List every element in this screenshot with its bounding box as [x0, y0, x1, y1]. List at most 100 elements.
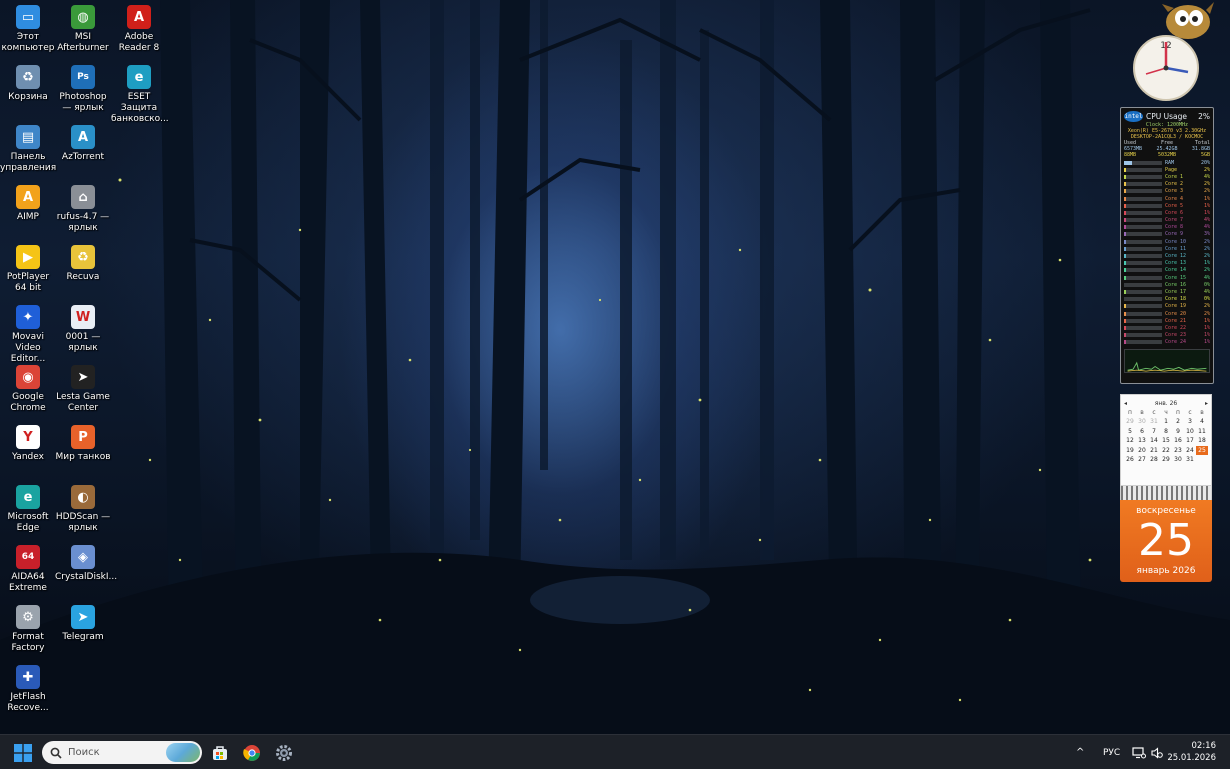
cpu-core-name: Core 7: [1165, 217, 1184, 224]
calendar-day[interactable]: 22: [1160, 446, 1172, 455]
desktop-shortcut[interactable]: ◉ Google Chrome: [0, 365, 56, 414]
chrome-icon: ◉: [16, 365, 40, 389]
calendar-day[interactable]: 10: [1184, 427, 1196, 436]
desktop-shortcut[interactable]: ◈ CrystalDiskI...: [55, 545, 117, 583]
calendar-day[interactable]: 9: [1172, 427, 1184, 436]
desktop-shortcut[interactable]: e Microsoft Edge: [0, 485, 56, 534]
cpu-core-bar: [1124, 325, 1162, 330]
calendar-day[interactable]: 13: [1136, 436, 1148, 445]
desktop-shortcut[interactable]: ➤ Lesta Game Center: [55, 365, 111, 414]
desktop-shortcut[interactable]: ✚ JetFlash Recove...: [0, 665, 56, 714]
desktop-shortcut[interactable]: ♻ Корзина: [0, 65, 56, 103]
cpu-core-bar: [1124, 189, 1162, 194]
calendar-day[interactable]: 3: [1184, 417, 1196, 426]
calendar-day[interactable]: 21: [1148, 446, 1160, 455]
start-button[interactable]: [10, 740, 36, 766]
cpu-core-value: 2%: [1203, 310, 1210, 317]
calendar-day[interactable]: 23: [1172, 446, 1184, 455]
desktop-shortcut[interactable]: W 0001 — ярлык: [55, 305, 111, 354]
language-indicator[interactable]: РУС: [1103, 735, 1120, 769]
calendar-day[interactable]: 31: [1148, 417, 1160, 426]
tray-clock[interactable]: 02:16 25.01.2026: [1167, 740, 1216, 764]
calendar-next-button[interactable]: ▸: [1205, 400, 1208, 407]
forest-wallpaper-art: [0, 0, 1230, 734]
desktop-shortcut[interactable]: e ESET Защита банковско...: [111, 65, 169, 125]
cpu-core-value: 1%: [1203, 209, 1210, 216]
desktop-shortcut[interactable]: ▶ PotPlayer 64 bit: [0, 245, 56, 294]
taskbar-settings-button[interactable]: [271, 740, 297, 766]
calendar-day[interactable]: 19: [1124, 446, 1136, 455]
cpu-core-name: Core 15: [1165, 274, 1187, 281]
calendar-day[interactable]: 15: [1160, 436, 1172, 445]
cpu-core-bar: [1124, 254, 1162, 259]
calendar-day-today[interactable]: 25: [1196, 445, 1208, 456]
cpu-core-bar: [1124, 225, 1162, 230]
desktop-shortcut[interactable]: ➤ Telegram: [55, 605, 111, 643]
desktop-shortcut[interactable]: ♻ Recuva: [55, 245, 111, 283]
calendar-day[interactable]: 20: [1136, 446, 1148, 455]
cpu-core-bar-fill: [1124, 261, 1126, 266]
taskbar-chrome-button[interactable]: [239, 740, 265, 766]
calendar-day[interactable]: 18: [1196, 436, 1208, 445]
cpu-usage-gadget[interactable]: intel CPU Usage 2% Clock: 1200MHz Xeon(R…: [1120, 107, 1214, 384]
calendar-day[interactable]: 29: [1124, 417, 1136, 426]
desktop-shortcut[interactable]: ✦ Movavi Video Editor...: [0, 305, 56, 365]
desktop-shortcut[interactable]: ▭ Этот компьютер: [0, 5, 56, 54]
cpu-core-row: Core 7 4%: [1124, 217, 1210, 224]
clock-gadget[interactable]: 12: [1128, 2, 1220, 102]
calendar-day[interactable]: 24: [1184, 446, 1196, 455]
calendar-day[interactable]: 7: [1148, 427, 1160, 436]
desktop-shortcut[interactable]: ⚙ Format Factory: [0, 605, 56, 654]
desktop-shortcut-label: AIDA64 Extreme: [9, 572, 47, 593]
calendar-day[interactable]: 28: [1148, 455, 1160, 464]
desktop-shortcut[interactable]: ▤ Панель управления: [0, 125, 56, 174]
tray-chevron-button[interactable]: ^: [1076, 735, 1084, 769]
cpu-core-bar-fill: [1124, 196, 1126, 201]
mem-page-free: 5032MB: [1157, 152, 1177, 158]
calendar-day[interactable]: 14: [1148, 436, 1160, 445]
desktop-shortcut[interactable]: ◐ HDDScan — ярлык: [55, 485, 111, 534]
desktop-shortcut[interactable]: 64 AIDA64 Extreme: [0, 545, 56, 594]
cpu-core-name: Core 14: [1165, 267, 1187, 274]
cpu-core-row: Core 2 2%: [1124, 181, 1210, 188]
calendar-prev-button[interactable]: ◂: [1124, 400, 1127, 407]
calendar-day[interactable]: 4: [1196, 417, 1208, 426]
taskbar-search-box[interactable]: Поиск: [42, 741, 202, 764]
taskbar-store-button[interactable]: [207, 740, 233, 766]
tray-volume-button[interactable]: [1151, 735, 1163, 769]
desktop-shortcut[interactable]: A AzTorrent: [55, 125, 111, 163]
format-factory-icon: ⚙: [16, 605, 40, 629]
desktop-shortcut[interactable]: A AIMP: [0, 185, 56, 223]
cpu-core-bar-fill: [1124, 289, 1126, 294]
calendar-day[interactable]: 31: [1184, 455, 1196, 464]
calendar-day[interactable]: 16: [1172, 436, 1184, 445]
calendar-day[interactable]: 2: [1172, 417, 1184, 426]
calendar-day[interactable]: 17: [1184, 436, 1196, 445]
calendar-day[interactable]: 1: [1160, 417, 1172, 426]
aztorrent-icon: A: [71, 125, 95, 149]
desktop-shortcut-label: rufus-4.7 — ярлык: [56, 212, 110, 233]
calendar-day[interactable]: 30: [1136, 417, 1148, 426]
calendar-day[interactable]: 8: [1160, 427, 1172, 436]
calendar-gadget[interactable]: ◂ янв. 26 ▸ п в с ч п с в 29 30 31 1 2 3 4 5 6 7 8 9 10 11 12…: [1120, 394, 1212, 582]
calendar-day[interactable]: 12: [1124, 436, 1136, 445]
desktop-shortcut[interactable]: Ps Photoshop — ярлык: [55, 65, 111, 114]
desktop-shortcut[interactable]: ⌂ rufus-4.7 — ярлык: [55, 185, 111, 234]
tray-network-button[interactable]: [1132, 735, 1146, 769]
calendar-day[interactable]: 11: [1196, 427, 1208, 436]
desktop-shortcut-label: 0001 — ярлык: [65, 332, 101, 353]
calendar-day[interactable]: 6: [1136, 427, 1148, 436]
calendar-day[interactable]: 5: [1124, 427, 1136, 436]
calendar-day[interactable]: 29: [1160, 455, 1172, 464]
cpu-core-row: Core 19 2%: [1124, 303, 1210, 310]
calendar-day[interactable]: [1196, 455, 1208, 464]
desktop-shortcut[interactable]: A Adobe Reader 8: [111, 5, 167, 54]
desktop-shortcut[interactable]: Y Yandex: [0, 425, 56, 463]
desktop-shortcut[interactable]: ◍ MSI Afterburner: [55, 5, 111, 54]
tray-time: 02:16: [1191, 741, 1217, 751]
calendar-day[interactable]: 27: [1136, 455, 1148, 464]
calendar-day[interactable]: 26: [1124, 455, 1136, 464]
desktop-shortcut[interactable]: P Мир танков: [55, 425, 111, 463]
calendar-day[interactable]: 30: [1172, 455, 1184, 464]
cpu-history-graph: [1124, 348, 1210, 373]
